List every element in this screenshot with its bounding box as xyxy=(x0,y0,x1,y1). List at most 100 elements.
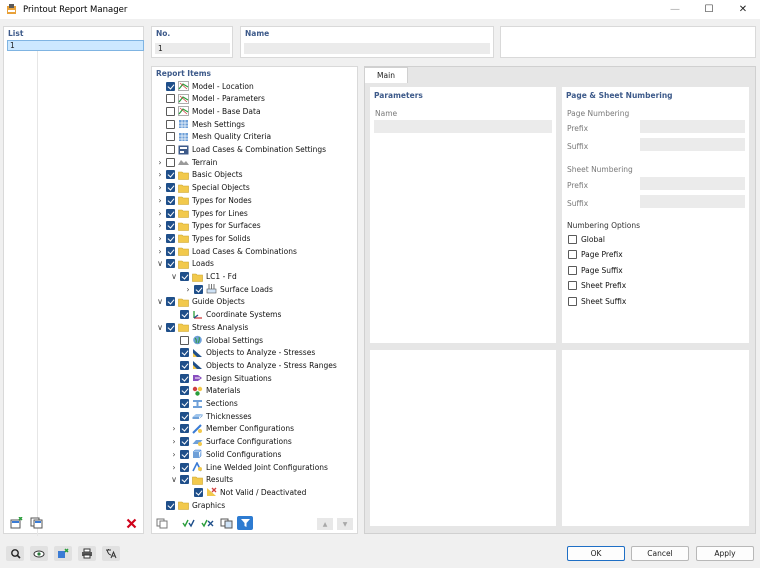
tree-item-checkbox[interactable] xyxy=(180,373,189,383)
tree-item[interactable]: Coordinate Systems xyxy=(169,309,281,321)
sheet-suffix-field[interactable] xyxy=(640,195,745,208)
tree-item-checkbox[interactable] xyxy=(166,106,175,116)
tree-item-checkbox[interactable] xyxy=(180,348,189,358)
tree-item[interactable]: Model - Parameters xyxy=(155,93,265,105)
tree-item-checkbox[interactable] xyxy=(180,449,189,459)
chevron-right-icon[interactable]: › xyxy=(169,449,179,459)
filter-button[interactable] xyxy=(237,516,253,530)
option-sheet-suffix-checkbox[interactable] xyxy=(568,297,577,306)
tree-item[interactable]: Materials xyxy=(169,385,240,397)
tree-item-checkbox[interactable] xyxy=(166,81,175,91)
delete-list-button[interactable] xyxy=(123,516,139,530)
tree-item[interactable]: ∨ Loads xyxy=(155,258,214,270)
tree-item[interactable]: › Types for Solids xyxy=(155,232,250,244)
tree-item[interactable]: › Member Configurations xyxy=(169,423,294,435)
tree-item-checkbox[interactable] xyxy=(166,322,175,332)
search-button[interactable] xyxy=(6,546,24,561)
chevron-down-icon[interactable]: ∨ xyxy=(169,272,179,282)
tree-item-checkbox[interactable] xyxy=(166,221,175,231)
minimize-button[interactable]: — xyxy=(658,0,692,19)
tree-item-checkbox[interactable] xyxy=(166,183,175,193)
parameters-name-field[interactable] xyxy=(374,120,552,133)
tree-item-checkbox[interactable] xyxy=(166,132,175,142)
copy-items-button[interactable] xyxy=(154,516,170,530)
maximize-button[interactable]: ☐ xyxy=(692,0,726,19)
chevron-down-icon[interactable]: ∨ xyxy=(155,259,165,269)
option-page-suffix-checkbox[interactable] xyxy=(568,266,577,275)
copy-selection-button[interactable] xyxy=(218,516,234,530)
tree-item[interactable]: ∨ Guide Objects xyxy=(155,296,245,308)
tree-item-checkbox[interactable] xyxy=(180,310,189,320)
tree-item[interactable]: › Special Objects xyxy=(155,182,250,194)
tree-item-checkbox[interactable] xyxy=(180,386,189,396)
tree-item-checkbox[interactable] xyxy=(180,437,189,447)
page-suffix-field[interactable] xyxy=(640,138,745,151)
option-page-prefix[interactable]: Page Prefix xyxy=(567,250,623,259)
move-up-button[interactable]: ▲ xyxy=(317,518,333,530)
tree-item[interactable]: ∨ LC1 - Fd xyxy=(169,271,237,283)
chevron-right-icon[interactable]: › xyxy=(183,284,193,294)
tree-item[interactable]: › Load Cases & Combinations xyxy=(155,245,297,257)
option-page-suffix[interactable]: Page Suffix xyxy=(567,266,623,275)
tree-item-checkbox[interactable] xyxy=(180,335,189,345)
tree-item[interactable]: Mesh Quality Criteria xyxy=(155,131,271,143)
tree-item-checkbox[interactable] xyxy=(166,297,175,307)
tree-item[interactable]: Graphics xyxy=(155,499,225,511)
tree-item[interactable]: › Line Welded Joint Configurations xyxy=(169,461,328,473)
chevron-right-icon[interactable]: › xyxy=(155,170,165,180)
tree-item-checkbox[interactable] xyxy=(180,462,189,472)
new-list-button[interactable] xyxy=(8,516,24,530)
view-button[interactable] xyxy=(30,546,48,561)
tree-item-checkbox[interactable] xyxy=(166,500,175,510)
tree-item-checkbox[interactable] xyxy=(166,119,175,129)
tree-item[interactable]: Model - Location xyxy=(155,80,254,92)
tree-item-checkbox[interactable] xyxy=(180,411,189,421)
tree-item[interactable]: › Surface Configurations xyxy=(169,436,292,448)
tree-item-checkbox[interactable] xyxy=(166,157,175,167)
tree-item[interactable]: › Types for Nodes xyxy=(155,194,252,206)
option-page-prefix-checkbox[interactable] xyxy=(568,250,577,259)
ok-button[interactable]: OK xyxy=(567,546,625,561)
move-down-button[interactable]: ▼ xyxy=(337,518,353,530)
tree-item-checkbox[interactable] xyxy=(180,424,189,434)
page-prefix-field[interactable] xyxy=(640,120,745,133)
check-all-button[interactable] xyxy=(180,516,196,530)
chevron-right-icon[interactable]: › xyxy=(169,424,179,434)
chevron-right-icon[interactable]: › xyxy=(155,233,165,243)
tree-item[interactable]: Load Cases & Combination Settings xyxy=(155,144,326,156)
tree-item-checkbox[interactable] xyxy=(180,360,189,370)
cancel-button[interactable]: Cancel xyxy=(631,546,689,561)
tree-item[interactable]: Thicknesses xyxy=(169,410,252,422)
tree-item[interactable]: ∨ Results xyxy=(169,474,233,486)
uncheck-all-button[interactable] xyxy=(199,516,215,530)
tree-item[interactable]: Global Settings xyxy=(169,334,263,346)
tree-item-checkbox[interactable] xyxy=(166,259,175,269)
tree-item[interactable]: › Types for Surfaces xyxy=(155,220,261,232)
option-sheet-suffix[interactable]: Sheet Suffix xyxy=(567,297,626,306)
apply-button[interactable]: Apply xyxy=(696,546,754,561)
tree-item[interactable]: › Basic Objects xyxy=(155,169,243,181)
tree-item-checkbox[interactable] xyxy=(166,170,175,180)
tree-item[interactable]: Design Situations xyxy=(169,372,272,384)
number-field[interactable]: 1 xyxy=(155,43,230,54)
settings-button[interactable] xyxy=(54,546,72,561)
chevron-right-icon[interactable]: › xyxy=(155,208,165,218)
tree-item-checkbox[interactable] xyxy=(166,195,175,205)
chevron-down-icon[interactable]: ∨ xyxy=(169,475,179,485)
chevron-down-icon[interactable]: ∨ xyxy=(155,297,165,307)
tree-item-checkbox[interactable] xyxy=(180,399,189,408)
name-field[interactable] xyxy=(244,43,490,54)
tree-item[interactable]: Not Valid / Deactivated xyxy=(183,486,306,498)
tree-item-checkbox[interactable] xyxy=(166,233,175,243)
tree-item[interactable]: › Solid Configurations xyxy=(169,448,281,460)
chevron-right-icon[interactable]: › xyxy=(169,437,179,447)
chevron-right-icon[interactable]: › xyxy=(155,246,165,256)
tree-item[interactable]: Objects to Analyze - Stresses xyxy=(169,347,315,359)
tree-item-checkbox[interactable] xyxy=(166,145,175,154)
tree-item-checkbox[interactable] xyxy=(166,208,175,218)
tree-item-checkbox[interactable] xyxy=(180,475,189,485)
print-button[interactable] xyxy=(78,546,96,561)
language-button[interactable] xyxy=(102,546,120,561)
tab-main[interactable]: Main xyxy=(364,67,408,83)
sheet-prefix-field[interactable] xyxy=(640,177,745,190)
